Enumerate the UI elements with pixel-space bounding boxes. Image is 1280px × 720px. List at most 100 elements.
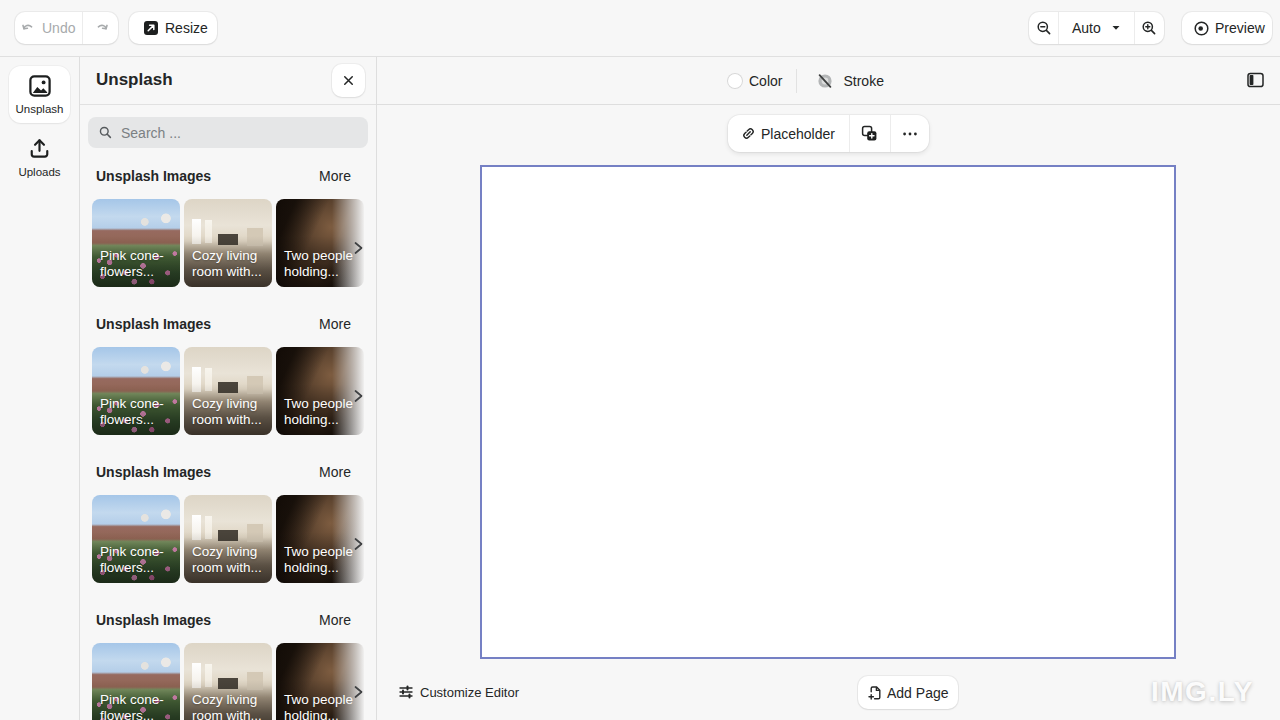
rail-item-uploads[interactable]: Uploads — [0, 137, 79, 178]
thumb-caption: Pink cone-flowers... — [100, 396, 178, 428]
preview-button[interactable]: Preview — [1182, 12, 1272, 44]
resize-label: Resize — [165, 20, 208, 36]
row-scroll-chevron-icon[interactable] — [352, 241, 365, 256]
duplicate-button[interactable] — [850, 115, 890, 152]
redo-button[interactable] — [83, 12, 118, 44]
stroke-none-icon — [817, 73, 833, 89]
search-input[interactable]: Search ... — [88, 117, 368, 148]
placeholder-label: Placeholder — [761, 126, 835, 142]
unsplash-image-thumb[interactable]: Cozy livingroom with... — [184, 495, 272, 583]
chevron-down-icon — [1111, 23, 1121, 33]
unsplash-image-thumb[interactable]: Cozy livingroom with... — [184, 199, 272, 287]
asset-section: Unsplash Images More Pink cone-flowers..… — [80, 167, 376, 287]
undo-icon — [21, 20, 37, 36]
undo-button[interactable]: Undo — [15, 12, 82, 44]
divider — [796, 69, 797, 93]
ellipsis-icon — [902, 126, 918, 142]
thumb-caption: Cozy livingroom with... — [192, 248, 270, 280]
color-label: Color — [749, 73, 782, 89]
asset-sections: Unsplash Images More Pink cone-flowers..… — [80, 167, 376, 720]
unsplash-image-thumb[interactable]: Cozy livingroom with... — [184, 347, 272, 435]
thumb-caption: Cozy livingroom with... — [192, 396, 270, 428]
row-scroll-chevron-icon[interactable] — [352, 537, 365, 552]
duplicate-plus-icon — [861, 125, 878, 142]
zoom-level-dropdown[interactable]: Auto — [1059, 12, 1134, 44]
thumbnail-row: Pink cone-flowers... Cozy livingroom with… — [92, 347, 376, 435]
rail-item-uploads-label: Uploads — [18, 166, 60, 178]
asset-section: Unsplash Images More Pink cone-flowers..… — [80, 463, 376, 583]
preview-label: Preview — [1215, 20, 1265, 36]
sidebar-toggle-icon — [1247, 72, 1264, 88]
link-icon — [741, 126, 756, 141]
panel-title: Unsplash — [96, 70, 173, 90]
preview-icon — [1193, 20, 1210, 37]
design-page[interactable] — [480, 165, 1176, 659]
asset-section: Unsplash Images More Pink cone-flowers..… — [80, 315, 376, 435]
section-title: Unsplash Images — [96, 316, 211, 332]
section-more-link[interactable]: More — [319, 612, 351, 628]
unsplash-image-thumb[interactable]: Pink cone-flowers... — [92, 347, 180, 435]
zoom-in-icon — [1141, 20, 1157, 36]
section-more-link[interactable]: More — [319, 464, 351, 480]
section-header: Unsplash Images More — [96, 315, 351, 332]
thumb-caption: Pink cone-flowers... — [100, 544, 178, 576]
add-page-button[interactable]: Add Page — [858, 676, 958, 709]
toggle-right-panel-button[interactable] — [1247, 72, 1264, 88]
top-toolbar: Undo Resize Auto Preview — [0, 0, 1280, 57]
zoom-controls: Auto — [1029, 12, 1164, 44]
customize-sliders-icon — [398, 684, 414, 700]
resize-icon — [143, 20, 159, 36]
row-fade-overlay — [332, 643, 376, 720]
history-group: Undo — [15, 12, 118, 44]
color-control[interactable]: Color — [727, 73, 782, 89]
photo-icon — [28, 74, 52, 98]
customize-editor-button[interactable]: Customize Editor — [398, 684, 519, 700]
panel-close-button[interactable] — [332, 64, 365, 97]
unsplash-image-thumb[interactable]: Pink cone-flowers... — [92, 495, 180, 583]
undo-label: Undo — [42, 20, 75, 36]
rail-item-unsplash-label: Unsplash — [16, 103, 64, 115]
close-icon — [341, 73, 356, 88]
section-title: Unsplash Images — [96, 168, 211, 184]
section-more-link[interactable]: More — [319, 316, 351, 332]
zoom-out-icon — [1036, 20, 1052, 36]
unsplash-asset-panel: Unsplash Search ... Unsplash Images More… — [80, 57, 377, 720]
section-more-link[interactable]: More — [319, 168, 351, 184]
rail-item-unsplash[interactable]: Unsplash — [9, 66, 70, 123]
search-placeholder: Search ... — [121, 125, 181, 141]
stroke-control[interactable]: Stroke — [817, 73, 883, 89]
asset-library-rail: Unsplash Uploads — [0, 57, 80, 720]
section-title: Unsplash Images — [96, 612, 211, 628]
search-icon — [98, 125, 113, 140]
add-page-icon — [867, 685, 883, 701]
fill-stroke-controls: Color Stroke — [727, 57, 884, 104]
more-options-button[interactable] — [891, 115, 929, 152]
zoom-level-value: Auto — [1072, 20, 1101, 36]
redo-icon — [93, 20, 109, 36]
thumb-caption: Pink cone-flowers... — [100, 692, 178, 720]
thumbnail-row: Pink cone-flowers... Cozy livingroom with… — [92, 199, 376, 287]
add-page-label: Add Page — [887, 685, 949, 701]
zoom-in-button[interactable] — [1135, 12, 1164, 44]
row-scroll-chevron-icon[interactable] — [352, 389, 365, 404]
panel-header: Unsplash — [80, 57, 376, 105]
row-scroll-chevron-icon[interactable] — [352, 685, 365, 700]
placeholder-button[interactable]: Placeholder — [728, 115, 849, 152]
section-header: Unsplash Images More — [96, 463, 351, 480]
upload-icon — [28, 137, 51, 160]
unsplash-image-thumb[interactable]: Cozy livingroom with... — [184, 643, 272, 720]
thumb-caption: Cozy livingroom with... — [192, 544, 270, 576]
unsplash-image-thumb[interactable]: Pink cone-flowers... — [92, 199, 180, 287]
inspector-bar: Color Stroke — [377, 57, 1280, 105]
zoom-out-button[interactable] — [1029, 12, 1058, 44]
thumbnail-row: Pink cone-flowers... Cozy livingroom with… — [92, 643, 376, 720]
stroke-label: Stroke — [843, 73, 883, 89]
section-header: Unsplash Images More — [96, 611, 351, 628]
customize-editor-label: Customize Editor — [420, 685, 519, 700]
unsplash-image-thumb[interactable]: Pink cone-flowers... — [92, 643, 180, 720]
section-header: Unsplash Images More — [96, 167, 351, 184]
resize-button[interactable]: Resize — [129, 12, 217, 44]
thumb-caption: Cozy livingroom with... — [192, 692, 270, 720]
imgly-watermark: IMG.LY — [1151, 676, 1254, 708]
thumb-caption: Pink cone-flowers... — [100, 248, 178, 280]
